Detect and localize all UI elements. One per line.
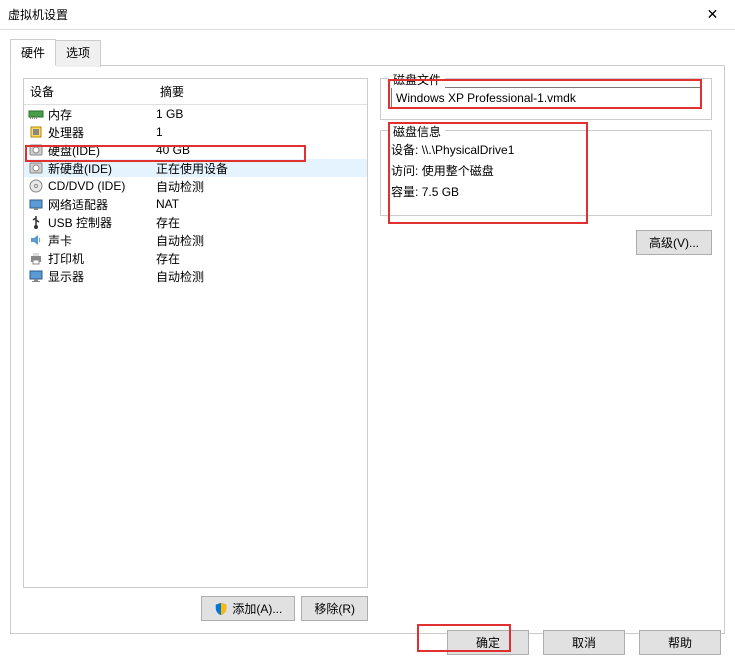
disk-file-legend: 磁盘文件 xyxy=(389,71,445,88)
device-summary: 自动检测 xyxy=(156,232,363,249)
device-summary: 存在 xyxy=(156,214,363,231)
device-summary: 自动检测 xyxy=(156,268,363,285)
disk-icon xyxy=(28,160,44,176)
device-summary: 1 xyxy=(156,125,363,139)
device-row[interactable]: 处理器1 xyxy=(24,123,367,141)
printer-icon xyxy=(28,250,44,266)
device-summary: 自动检测 xyxy=(156,178,363,195)
device-row[interactable]: CD/DVD (IDE)自动检测 xyxy=(24,177,367,195)
info-device: 设备: \\.\PhysicalDrive1 xyxy=(391,141,701,160)
device-row[interactable]: 声卡自动检测 xyxy=(24,231,367,249)
help-button[interactable]: 帮助 xyxy=(639,630,721,655)
disk-file-group: 磁盘文件 xyxy=(380,78,712,120)
cd-icon xyxy=(28,178,44,194)
shield-icon xyxy=(214,602,228,616)
device-summary: NAT xyxy=(156,197,363,211)
advanced-button[interactable]: 高级(V)... xyxy=(636,230,712,255)
disk-icon xyxy=(28,142,44,158)
display-icon xyxy=(28,268,44,284)
device-name: 硬盘(IDE) xyxy=(48,142,156,159)
tab-hardware[interactable]: 硬件 xyxy=(10,39,56,66)
cpu-icon xyxy=(28,124,44,140)
device-name: 网络适配器 xyxy=(48,196,156,213)
close-icon[interactable]: ✕ xyxy=(690,0,735,30)
device-row[interactable]: 显示器自动检测 xyxy=(24,267,367,285)
window-title: 虚拟机设置 xyxy=(8,6,690,23)
device-summary: 存在 xyxy=(156,250,363,267)
header-device[interactable]: 设备 xyxy=(24,79,154,104)
memory-icon xyxy=(28,106,44,122)
device-summary: 40 GB xyxy=(156,143,363,157)
net-icon xyxy=(28,196,44,212)
tab-options[interactable]: 选项 xyxy=(56,40,101,67)
disk-info-group: 磁盘信息 设备: \\.\PhysicalDrive1 访问: 使用整个磁盘 容… xyxy=(380,130,712,216)
disk-info-legend: 磁盘信息 xyxy=(389,123,445,140)
header-summary[interactable]: 摘要 xyxy=(154,79,367,104)
device-summary: 1 GB xyxy=(156,107,363,121)
disk-file-input[interactable] xyxy=(391,87,701,109)
ok-button[interactable]: 确定 xyxy=(447,630,529,655)
device-name: 声卡 xyxy=(48,232,156,249)
device-summary: 正在使用设备 xyxy=(156,160,363,177)
device-list: 设备 摘要 内存1 GB处理器1硬盘(IDE)40 GB新硬盘(IDE)正在使用… xyxy=(23,78,368,588)
usb-icon xyxy=(28,214,44,230)
device-name: 内存 xyxy=(48,106,156,123)
device-name: USB 控制器 xyxy=(48,214,156,231)
device-name: CD/DVD (IDE) xyxy=(48,179,156,193)
device-name: 显示器 xyxy=(48,268,156,285)
device-row[interactable]: 打印机存在 xyxy=(24,249,367,267)
add-button[interactable]: 添加(A)... xyxy=(201,596,295,621)
info-access: 访问: 使用整个磁盘 xyxy=(391,162,701,181)
info-capacity: 容量: 7.5 GB xyxy=(391,183,701,202)
sound-icon xyxy=(28,232,44,248)
device-name: 打印机 xyxy=(48,250,156,267)
device-row[interactable]: 网络适配器NAT xyxy=(24,195,367,213)
cancel-button[interactable]: 取消 xyxy=(543,630,625,655)
device-row[interactable]: 新硬盘(IDE)正在使用设备 xyxy=(24,159,367,177)
add-button-label: 添加(A)... xyxy=(232,600,282,617)
device-name: 处理器 xyxy=(48,124,156,141)
device-row[interactable]: 硬盘(IDE)40 GB xyxy=(24,141,367,159)
device-row[interactable]: 内存1 GB xyxy=(24,105,367,123)
remove-button[interactable]: 移除(R) xyxy=(301,596,368,621)
device-list-header: 设备 摘要 xyxy=(24,79,367,105)
device-name: 新硬盘(IDE) xyxy=(48,160,156,177)
device-row[interactable]: USB 控制器存在 xyxy=(24,213,367,231)
